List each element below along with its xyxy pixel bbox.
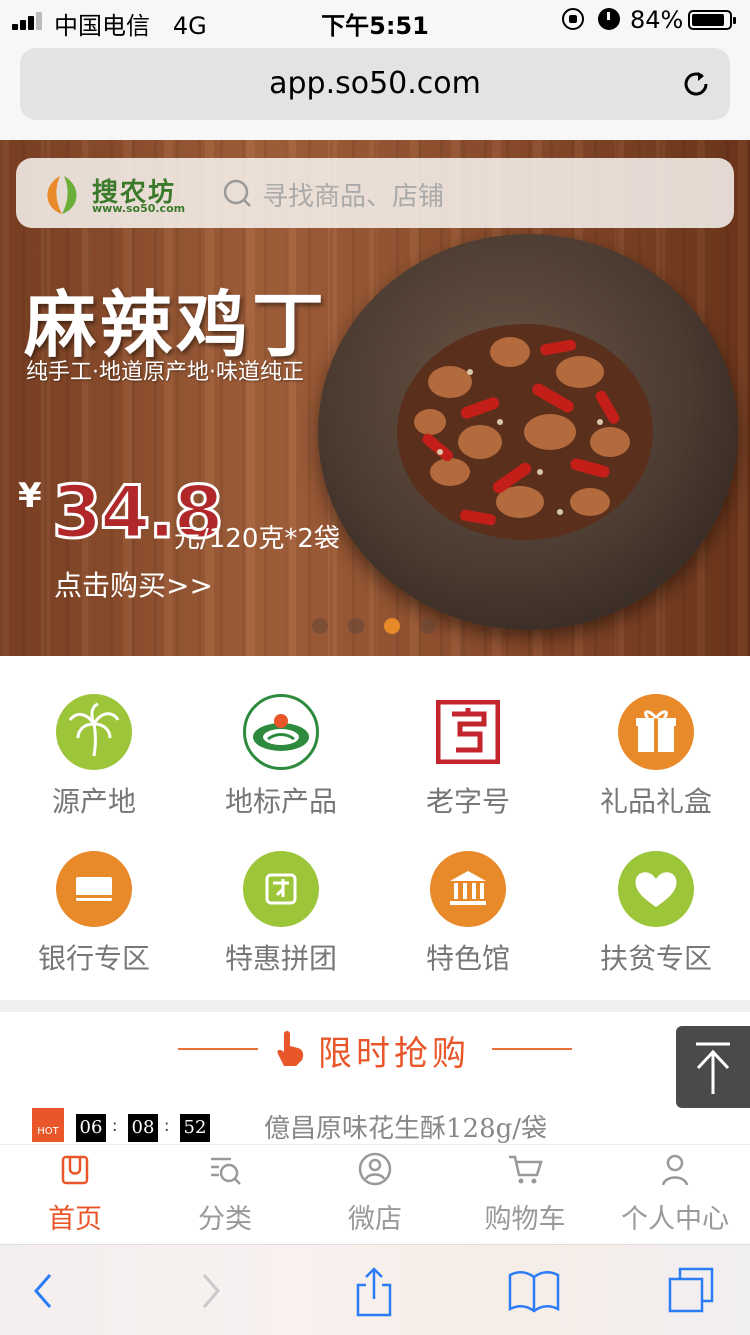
search-icon <box>223 179 251 207</box>
flash-sale-title: 限时抢购 <box>318 1034 470 1074</box>
carousel-dot-active[interactable] <box>384 618 400 634</box>
category-time-honored[interactable]: 老字号 <box>374 656 562 818</box>
promo-banner[interactable]: 搜农坊 www.so50.com 寻找商品、店铺 麻辣鸡丁 纯手工·地道原产地·… <box>0 140 750 656</box>
back-icon[interactable] <box>16 1263 72 1319</box>
tab-micro-store[interactable]: 微店 <box>300 1145 450 1245</box>
category-group-buy[interactable]: 特惠拼团 <box>187 813 375 975</box>
brand-logo[interactable]: 搜农坊 www.so50.com <box>40 172 190 216</box>
buy-now-link[interactable]: 点击购买>> <box>54 564 213 604</box>
dish-image <box>318 234 738 630</box>
tab-category[interactable]: 分类 <box>150 1145 300 1245</box>
title-line-left <box>178 1048 258 1050</box>
museum-icon <box>430 851 506 927</box>
category-poverty-relief[interactable]: 扶贫专区 <box>562 813 750 975</box>
battery-percent: 84% <box>630 6 684 34</box>
arrow-up-icon <box>696 1042 730 1094</box>
bank-card-icon <box>56 851 132 927</box>
countdown-separator: : <box>112 1116 118 1135</box>
carousel-indicator <box>312 618 452 638</box>
store-user-icon <box>358 1152 392 1186</box>
share-icon[interactable] <box>346 1263 402 1319</box>
geo-mark-seal-icon <box>243 694 319 770</box>
flash-sale-product[interactable]: 億昌原味花生酥128g/袋 <box>264 1108 547 1145</box>
flash-sale-section: 限时抢购 HOT 06 : 08 : 52 億昌原味花生酥128g/袋 <box>0 1012 750 1144</box>
reload-icon[interactable] <box>680 68 712 100</box>
countdown-minutes: 08 <box>128 1114 158 1142</box>
category-origin[interactable]: 源产地 <box>0 656 188 818</box>
carousel-dot[interactable] <box>348 618 364 634</box>
gift-icon <box>618 694 694 770</box>
browser-toolbar <box>0 1244 750 1335</box>
home-icon <box>61 1155 89 1185</box>
countdown-separator: : <box>164 1116 170 1135</box>
countdown-seconds: 52 <box>180 1114 210 1142</box>
leaf-logo-icon <box>47 176 77 214</box>
carousel-dot[interactable] <box>312 618 328 634</box>
back-to-top-button[interactable] <box>676 1026 750 1108</box>
forward-icon[interactable] <box>182 1263 238 1319</box>
url-text: app.so50.com <box>269 66 481 101</box>
tab-home[interactable]: 首页 <box>0 1145 150 1245</box>
person-icon <box>661 1154 689 1186</box>
title-line-right <box>492 1048 572 1050</box>
category-bank-zone[interactable]: 银行专区 <box>0 813 188 975</box>
tab-profile[interactable]: 个人中心 <box>600 1145 750 1245</box>
tabs-icon[interactable] <box>664 1263 720 1319</box>
tab-cart[interactable]: 购物车 <box>450 1145 600 1245</box>
hot-badge: HOT <box>32 1108 64 1142</box>
section-divider <box>0 1000 750 1012</box>
rotation-lock-icon <box>562 8 584 30</box>
browser-address-area: app.so50.com <box>0 40 750 140</box>
banner-subtitle: 纯手工·地道原产地·味道纯正 <box>26 360 304 385</box>
address-bar[interactable]: app.so50.com <box>20 48 730 120</box>
time-honored-brand-icon <box>435 699 501 765</box>
battery-icon <box>688 10 736 30</box>
status-bar: 中国电信 4G 下午5:51 84% <box>0 0 750 40</box>
bottom-tab-bar: 首页 分类 微店 购物车 个人中心 <box>0 1144 750 1245</box>
category-grid: 源产地 地标产品 老字号 礼品礼盒 银行专区 特惠拼团 特色馆 扶贫专区 <box>0 656 750 1000</box>
category-geo-products[interactable]: 地标产品 <box>187 656 375 818</box>
pointing-hand-icon <box>277 1031 304 1066</box>
heart-icon <box>618 851 694 927</box>
category-specialty-hall[interactable]: 特色馆 <box>374 813 562 975</box>
category-search-icon <box>211 1157 241 1185</box>
group-buy-icon <box>243 851 319 927</box>
bookmarks-icon[interactable] <box>506 1263 562 1319</box>
category-gift-box[interactable]: 礼品礼盒 <box>562 656 750 818</box>
cart-icon <box>509 1155 543 1184</box>
search-placeholder[interactable]: 寻找商品、店铺 <box>262 176 444 213</box>
palm-tree-icon <box>56 694 132 770</box>
search-bar[interactable]: 搜农坊 www.so50.com 寻找商品、店铺 <box>16 158 734 228</box>
alarm-icon <box>598 8 620 30</box>
carousel-dot[interactable] <box>420 618 436 634</box>
countdown-hours: 06 <box>76 1114 106 1142</box>
